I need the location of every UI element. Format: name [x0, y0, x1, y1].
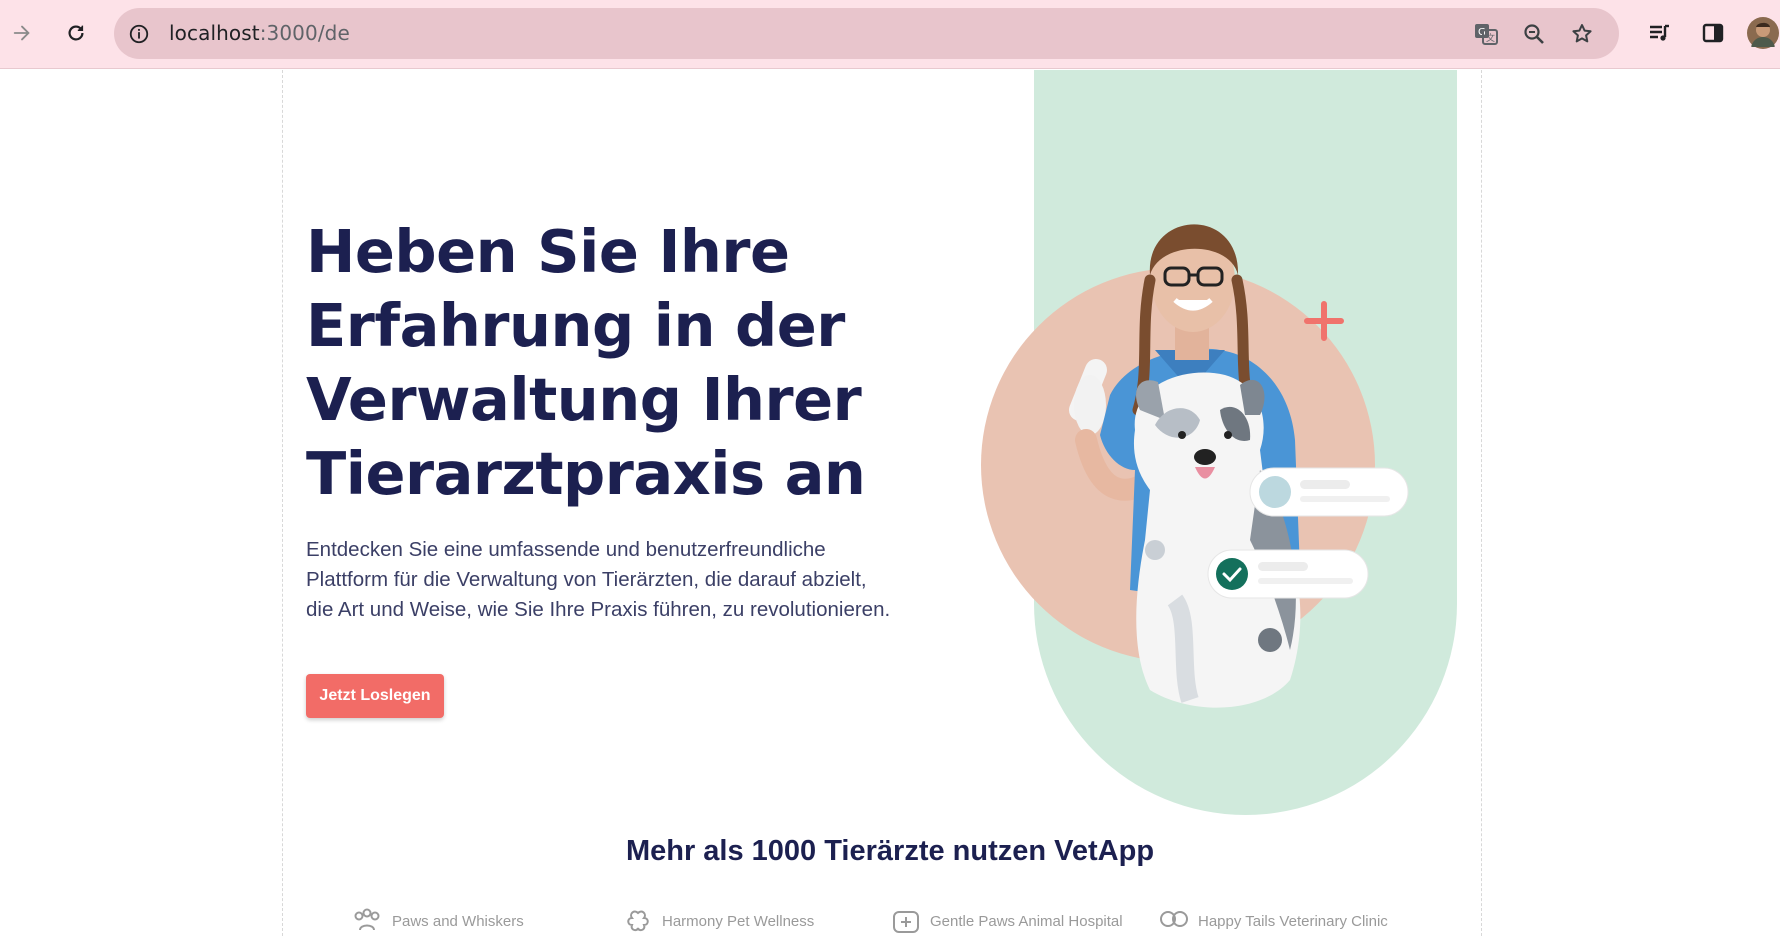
page-content: Heben Sie Ihre Erfahrung in der Verwaltu…: [0, 70, 1780, 936]
ui-card-check: [1207, 549, 1369, 599]
forward-button[interactable]: [4, 15, 40, 51]
hero-title-line: Heben Sie Ihre: [306, 217, 790, 286]
partner-logo: Gentle Paws Animal Hospital: [890, 908, 1123, 934]
info-icon: [129, 24, 149, 44]
partner-logo-name: Gentle Paws Animal Hospital: [930, 912, 1123, 930]
url-path: :3000/de: [259, 21, 350, 45]
translate-button[interactable]: G文: [1472, 20, 1500, 48]
partner-logo-name: Paws and Whiskers: [392, 912, 524, 930]
partner-logo-name: Happy Tails Veterinary Clinic: [1198, 912, 1388, 930]
reload-icon: [68, 25, 84, 41]
reload-button[interactable]: [58, 15, 94, 51]
ui-card-top: [1249, 467, 1409, 517]
partner-logos: Paws and Whiskers Harmony Pet Wellness G…: [350, 908, 1410, 936]
container-guide-left: [282, 70, 283, 936]
medical-cross-icon: [893, 911, 919, 933]
address-bar[interactable]: localhost:3000/de G文: [114, 8, 1619, 59]
social-proof-title: Mehr als 1000 Tierärzte nutzen VetApp: [625, 835, 1155, 867]
side-panel-icon: [1702, 23, 1724, 43]
hero-title-line: Tierarztpraxis an: [306, 439, 866, 508]
partner-logo: Paws and Whiskers: [350, 908, 524, 934]
media-queue-button[interactable]: [1641, 15, 1677, 51]
url-host: localhost: [169, 21, 260, 45]
media-queue-icon: [1650, 24, 1669, 41]
get-started-button[interactable]: Jetzt Loslegen: [306, 674, 444, 718]
flower-icon: [627, 910, 649, 932]
bookmark-star-icon: [1572, 24, 1592, 43]
partner-logo-name: Harmony Pet Wellness: [662, 912, 815, 930]
side-panel-button[interactable]: [1695, 15, 1731, 51]
circles-icon: [1160, 911, 1188, 927]
forward-icon: [13, 25, 30, 41]
browser-toolbar: localhost:3000/de G文: [0, 0, 1780, 69]
zoom-button[interactable]: [1520, 20, 1548, 48]
zoom-icon: [1524, 24, 1544, 44]
bookmark-button[interactable]: [1568, 20, 1596, 48]
svg-text:文: 文: [1486, 32, 1495, 44]
partner-logo: Happy Tails Veterinary Clinic: [1158, 908, 1388, 934]
site-info-button[interactable]: [126, 21, 152, 47]
hero-title: Heben Sie Ihre Erfahrung in der Verwaltu…: [306, 215, 926, 511]
translate-icon: G文: [1475, 24, 1498, 45]
partner-logo: Harmony Pet Wellness: [622, 908, 814, 934]
url-text[interactable]: localhost:3000/de: [169, 21, 350, 45]
avatar-image: [1747, 17, 1779, 49]
hero-title-line: Erfahrung in der: [306, 291, 845, 360]
svg-text:G: G: [1478, 27, 1486, 38]
profile-avatar[interactable]: [1745, 15, 1780, 51]
paw-icon: [354, 908, 380, 931]
container-guide-right: [1481, 70, 1482, 936]
hero-description: Entdecken Sie eine umfassende und benutz…: [306, 538, 891, 621]
hero-illustration: [981, 224, 1409, 708]
hero-title-line: Verwaltung Ihrer: [306, 365, 862, 434]
